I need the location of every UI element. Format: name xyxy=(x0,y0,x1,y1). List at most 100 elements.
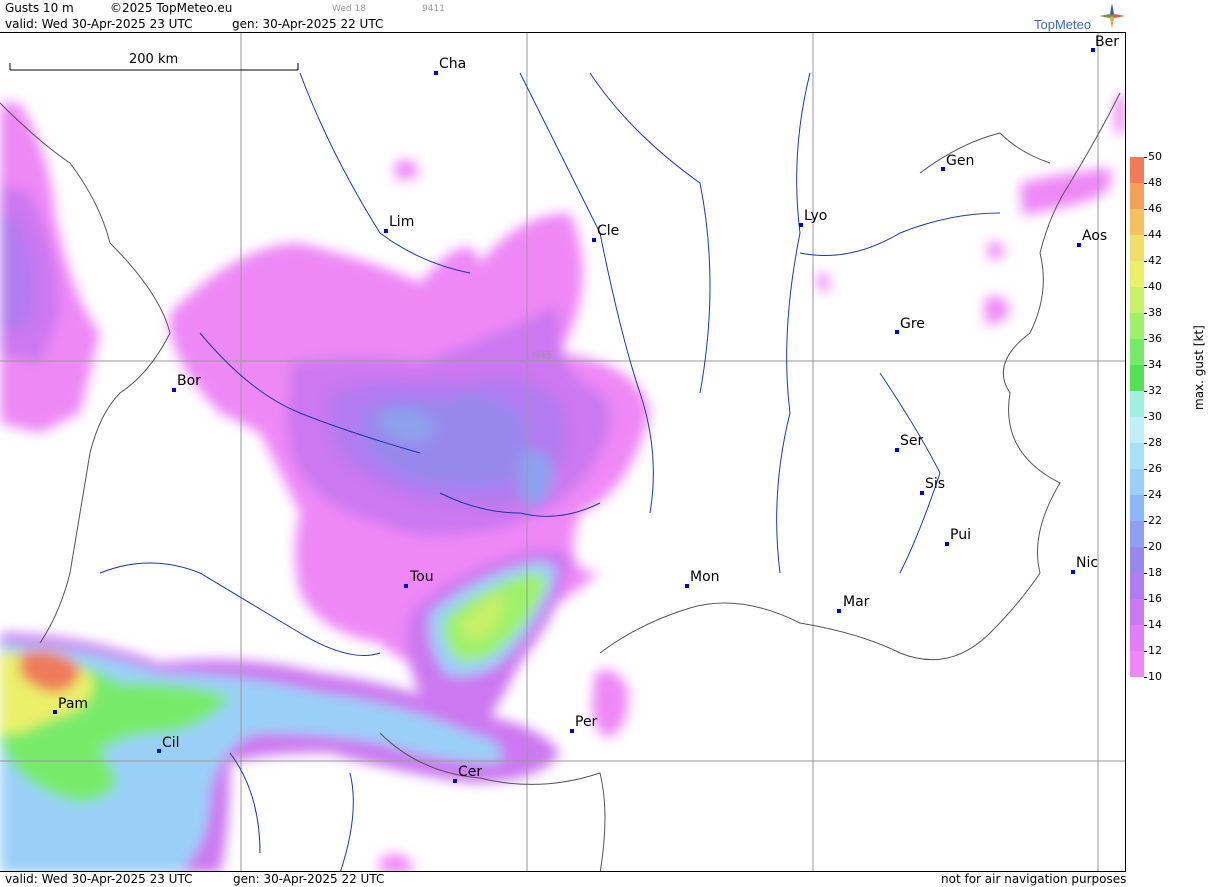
city-marker xyxy=(53,710,57,714)
legend-color-swatch xyxy=(1130,521,1144,547)
city-marker xyxy=(1077,243,1081,247)
city-marker xyxy=(453,779,457,783)
city-marker xyxy=(837,609,841,613)
legend-tick-label: 20 xyxy=(1148,540,1162,553)
legend-tick-label: 34 xyxy=(1148,358,1162,371)
faint-code-label: 9411 xyxy=(422,4,445,14)
legend-color-swatch xyxy=(1130,261,1144,287)
legend-tick-label: 30 xyxy=(1148,410,1162,423)
city-label-ber: Ber xyxy=(1095,34,1119,50)
gust-field-shading xyxy=(0,93,1125,871)
city-label-sis: Sis xyxy=(925,476,946,492)
legend-color-swatch xyxy=(1130,287,1144,313)
legend-tick-mark xyxy=(1144,313,1147,314)
legend-color-swatch xyxy=(1130,235,1144,261)
legend-tick-mark xyxy=(1144,677,1147,678)
legend-tick-mark xyxy=(1144,157,1147,158)
city-label-gen: Gen xyxy=(946,153,975,169)
city-marker xyxy=(895,330,899,334)
city-marker xyxy=(941,167,945,171)
legend-color-swatch xyxy=(1130,365,1144,391)
valid-time: valid: Wed 30-Apr-2025 23 UTC xyxy=(5,17,193,31)
city-marker xyxy=(157,749,161,753)
legend-tick-mark xyxy=(1144,521,1147,522)
legend-tick-mark xyxy=(1144,183,1147,184)
legend-tick-label: 10 xyxy=(1148,670,1162,683)
legend-tick-mark xyxy=(1144,573,1147,574)
gen-time: gen: 30-Apr-2025 22 UTC xyxy=(232,17,384,31)
legend-color-swatch xyxy=(1130,599,1144,625)
city-label-mon: Mon xyxy=(690,569,720,585)
scale-label: 200 km xyxy=(129,52,179,67)
city-label-ser: Ser xyxy=(900,433,924,449)
legend-tick-mark xyxy=(1144,599,1147,600)
legend-tick-mark xyxy=(1144,365,1147,366)
color-legend xyxy=(1130,157,1144,677)
copyright-text: ©2025 TopMeteo.eu xyxy=(110,1,233,15)
legend-tick-label: 22 xyxy=(1148,514,1162,527)
legend-tick-label: 46 xyxy=(1148,202,1162,215)
legend-color-swatch xyxy=(1130,651,1144,677)
legend-color-swatch xyxy=(1130,157,1144,183)
city-label-cha: Cha xyxy=(439,56,467,72)
legend-color-swatch xyxy=(1130,417,1144,443)
gust-map[interactable]: 200 km N45 Ber Cha Gen Lim Cle Lyo Aos G… xyxy=(0,32,1126,872)
legend-tick-mark xyxy=(1144,651,1147,652)
footer-gen-time: gen: 30-Apr-2025 22 UTC xyxy=(233,872,385,886)
city-label-per: Per xyxy=(575,714,598,730)
legend-tick-label: 12 xyxy=(1148,644,1162,657)
city-label-cil: Cil xyxy=(162,735,180,751)
city-label-lim: Lim xyxy=(389,214,415,230)
city-label-gre: Gre xyxy=(900,316,925,332)
legend-tick-label: 18 xyxy=(1148,566,1162,579)
legend-tick-mark xyxy=(1144,287,1147,288)
legend-color-swatch xyxy=(1130,469,1144,495)
legend-tick-label: 48 xyxy=(1148,176,1162,189)
legend-tick-mark xyxy=(1144,391,1147,392)
city-marker xyxy=(685,584,689,588)
city-marker xyxy=(945,542,949,546)
legend-color-swatch xyxy=(1130,573,1144,599)
city-marker xyxy=(172,388,176,392)
legend-color-swatch xyxy=(1130,339,1144,365)
city-marker xyxy=(1071,570,1075,574)
legend-tick-mark xyxy=(1144,547,1147,548)
legend-tick-label: 38 xyxy=(1148,306,1162,319)
legend-tick-label: 36 xyxy=(1148,332,1162,345)
legend-tick-label: 14 xyxy=(1148,618,1162,631)
city-marker xyxy=(920,491,924,495)
city-label-nic: Nic xyxy=(1076,555,1099,571)
city-marker xyxy=(895,448,899,452)
city-marker xyxy=(384,229,388,233)
legend-color-swatch xyxy=(1130,313,1144,339)
legend-tick-label: 26 xyxy=(1148,462,1162,475)
city-marker xyxy=(434,71,438,75)
city-marker xyxy=(404,584,408,588)
legend-tick-label: 40 xyxy=(1148,280,1162,293)
legend-tick-mark xyxy=(1144,469,1147,470)
legend-tick-label: 16 xyxy=(1148,592,1162,605)
legend-color-swatch xyxy=(1130,625,1144,651)
legend-tick-mark xyxy=(1144,339,1147,340)
legend-tick-mark xyxy=(1144,495,1147,496)
city-label-mar: Mar xyxy=(843,594,870,610)
footer-valid-time: valid: Wed 30-Apr-2025 23 UTC xyxy=(5,872,193,886)
city-marker xyxy=(799,223,803,227)
legend-color-swatch xyxy=(1130,495,1144,521)
legend-color-swatch xyxy=(1130,443,1144,469)
legend-tick-label: 42 xyxy=(1148,254,1162,267)
logo-text: TopMeteo xyxy=(1034,17,1092,32)
legend-tick-mark xyxy=(1144,417,1147,418)
city-label-bor: Bor xyxy=(177,373,201,389)
city-marker xyxy=(592,238,596,242)
city-label-lyo: Lyo xyxy=(804,208,828,224)
product-title: Gusts 10 m xyxy=(5,1,74,15)
legend-tick-label: 44 xyxy=(1148,228,1162,241)
legend-tick-label: 28 xyxy=(1148,436,1162,449)
legend-tick-label: 50 xyxy=(1148,150,1162,163)
faint-day-label: Wed 18 xyxy=(332,4,366,14)
legend-title: max. gust [kt] xyxy=(1192,325,1206,410)
legend-color-swatch xyxy=(1130,209,1144,235)
legend-tick-mark xyxy=(1144,261,1147,262)
legend-tick-mark xyxy=(1144,625,1147,626)
